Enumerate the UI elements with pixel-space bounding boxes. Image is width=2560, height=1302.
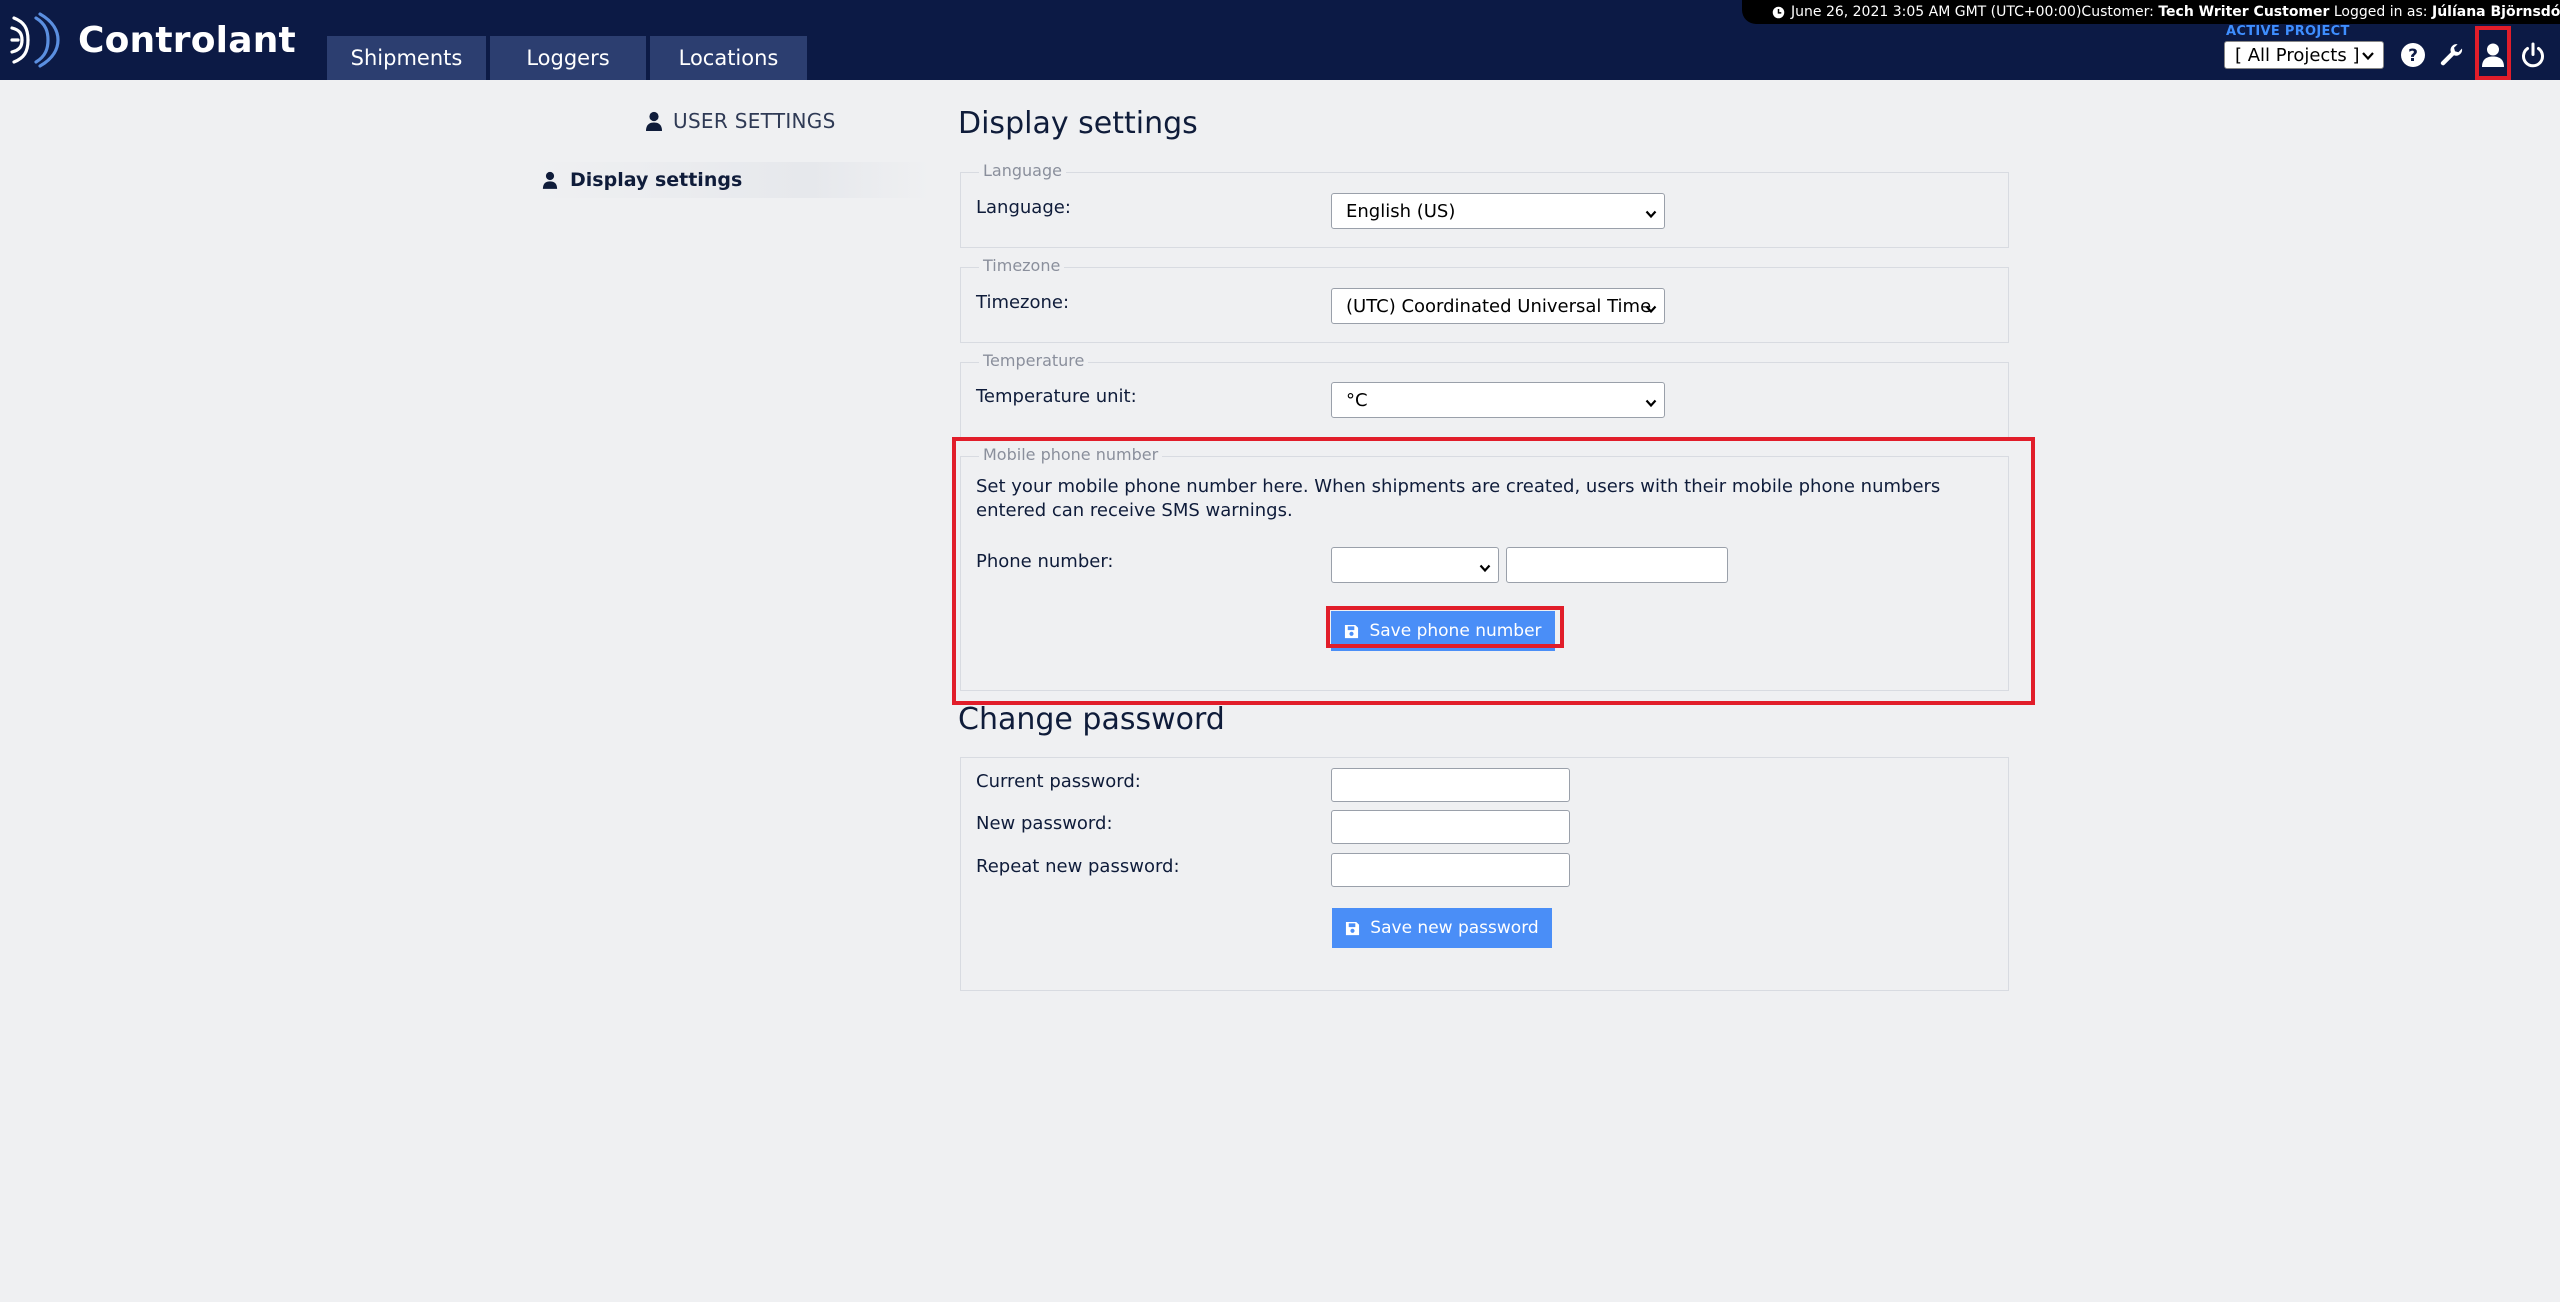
save-icon — [1346, 921, 1360, 935]
sidebar-header-label: USER SETTINGS — [673, 109, 836, 133]
change-password-title: Change password — [958, 702, 1225, 737]
user-icon-highlight — [2475, 26, 2511, 80]
temperature-unit-select[interactable]: °C — [1331, 382, 1665, 418]
change-password-fieldset: Current password: New password: Repeat n… — [960, 757, 2009, 991]
chevron-down-icon — [2361, 47, 2375, 68]
current-password-label: Current password: — [976, 771, 1141, 792]
customer-name: Tech Writer Customer — [2158, 4, 2330, 20]
mobile-section-highlight — [952, 437, 2035, 705]
current-datetime: June 26, 2021 3:05 AM GMT (UTC+00:00) — [1791, 4, 2082, 20]
new-password-input[interactable] — [1331, 810, 1570, 844]
repeat-password-label: Repeat new password: — [976, 856, 1180, 877]
chevron-down-icon — [1644, 300, 1658, 321]
session-info-bar: June 26, 2021 3:05 AM GMT (UTC+00:00) Cu… — [1742, 0, 2560, 24]
help-icon[interactable]: ? — [2398, 40, 2428, 70]
user-name: Júlíana Björnsdóttir (ADMIN) — [2431, 4, 2560, 20]
language-legend: Language — [979, 161, 1066, 180]
language-fieldset: Language Language: English (US) — [960, 161, 2009, 248]
temperature-unit-select-value: °C — [1346, 389, 1368, 411]
display-settings-title: Display settings — [958, 106, 1198, 141]
main-nav: Shipments Loggers Locations — [327, 36, 807, 80]
new-password-label: New password: — [976, 813, 1113, 834]
svg-text:?: ? — [2408, 46, 2418, 66]
save-new-password-label: Save new password — [1370, 918, 1539, 938]
language-select-value: English (US) — [1346, 200, 1456, 222]
user-icon — [542, 171, 558, 189]
timezone-label: Timezone: — [976, 292, 1070, 313]
customer-label: Customer: — [2081, 4, 2154, 20]
save-phone-button-highlight — [1326, 606, 1564, 648]
wrench-icon[interactable] — [2437, 40, 2467, 70]
timezone-select[interactable]: (UTC) Coordinated Universal Time — [1331, 288, 1665, 324]
power-icon[interactable] — [2518, 40, 2548, 70]
sidebar-item-label: Display settings — [570, 169, 743, 191]
chevron-down-icon — [1644, 205, 1658, 226]
tab-loggers[interactable]: Loggers — [490, 36, 646, 80]
timezone-legend: Timezone — [979, 256, 1065, 275]
temperature-legend: Temperature — [979, 351, 1089, 370]
language-label: Language: — [976, 197, 1071, 218]
user-icon — [646, 111, 662, 131]
top-bar: Controlant Shipments Loggers Locations J… — [0, 0, 2560, 80]
language-select[interactable]: English (US) — [1331, 193, 1665, 229]
tab-shipments[interactable]: Shipments — [327, 36, 486, 80]
project-select[interactable]: [ All Projects ] — [2224, 41, 2384, 69]
active-project-label: ACTIVE PROJECT — [2226, 24, 2350, 39]
brand-name: Controlant — [78, 19, 296, 61]
controlant-logo-icon — [10, 12, 60, 68]
brand-logo[interactable]: Controlant — [10, 10, 296, 70]
sidebar-item-display-settings[interactable]: Display settings — [530, 162, 930, 198]
timezone-select-value: (UTC) Coordinated Universal Time — [1346, 295, 1652, 317]
current-password-input[interactable] — [1331, 768, 1570, 802]
temperature-fieldset: Temperature Temperature unit: °C — [960, 351, 2009, 438]
timezone-fieldset: Timezone Timezone: (UTC) Coordinated Uni… — [960, 256, 2009, 343]
tab-locations[interactable]: Locations — [650, 36, 807, 80]
sidebar-header: USER SETTINGS — [645, 106, 836, 136]
chevron-down-icon — [1644, 394, 1658, 415]
repeat-password-input[interactable] — [1331, 853, 1570, 887]
temperature-unit-label: Temperature unit: — [976, 386, 1137, 407]
clock-icon — [1772, 6, 1785, 19]
project-select-value: [ All Projects ] — [2235, 44, 2360, 66]
save-new-password-button[interactable]: Save new password — [1332, 908, 1552, 948]
logged-in-label: Logged in as: — [2333, 4, 2428, 20]
